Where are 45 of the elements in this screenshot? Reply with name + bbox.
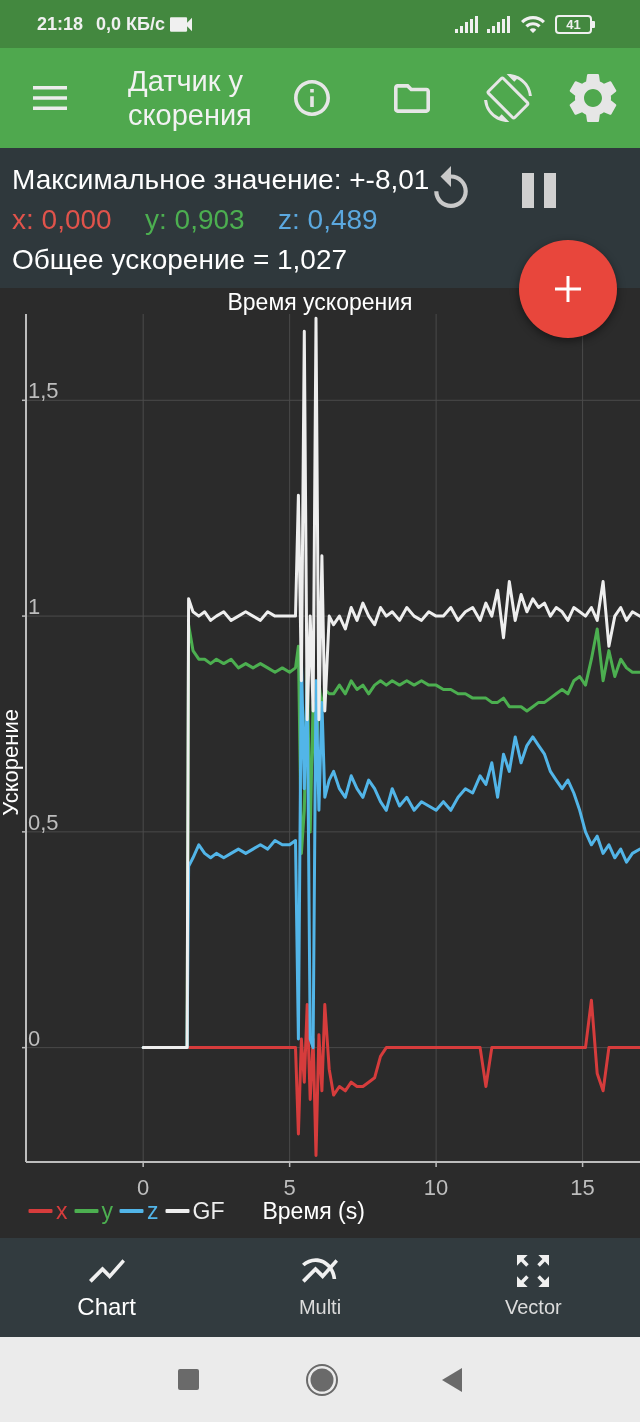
x-axis-label: Время (s): [262, 1198, 365, 1224]
screen-rotation-icon[interactable]: [484, 74, 532, 122]
y-tick-label: 0,5: [28, 809, 59, 835]
nav-tab[interactable]: Multi: [213, 1238, 427, 1337]
plus-icon: [555, 276, 581, 302]
x-tick-label: 15: [570, 1175, 595, 1198]
signal-icon: [487, 15, 510, 33]
x-tick-label: 5: [283, 1175, 296, 1198]
home-icon[interactable]: [306, 1363, 338, 1396]
reset-icon[interactable]: [434, 166, 469, 208]
y-tick-label: 1: [28, 594, 41, 620]
max-value-text: Максимальное значение: +-8,01: [12, 163, 430, 197]
legend-label: GF: [192, 1198, 225, 1224]
x-tick-label: 10: [423, 1175, 449, 1198]
x-tick-label: 0: [137, 1175, 150, 1198]
line-chart-icon: [88, 1258, 125, 1283]
axis-reading: z: 0,489: [278, 203, 378, 237]
axis-reading: y: 0,903: [145, 203, 245, 237]
settings-icon[interactable]: [568, 73, 618, 123]
y-tick-label: 0: [28, 1025, 41, 1051]
multi-line-chart-icon: [302, 1258, 338, 1283]
folder-icon[interactable]: [394, 83, 430, 113]
recent-apps-icon[interactable]: [178, 1369, 199, 1390]
nav-tab[interactable]: Chart: [0, 1238, 214, 1337]
chart-title: Время ускорения: [227, 290, 413, 314]
legend-label: y: [101, 1198, 113, 1224]
info-icon[interactable]: [294, 80, 330, 116]
video-camera-icon: [170, 16, 192, 32]
wifi-icon: [521, 15, 545, 33]
legend-label: z: [147, 1198, 159, 1224]
total-acceleration-text: Общее ускорение = 1,027: [12, 243, 348, 277]
menu-icon[interactable]: [33, 86, 67, 110]
network-speed-text: 0,0 КБ/с: [96, 15, 165, 33]
battery-indicator: 41: [555, 14, 595, 34]
nav-tab[interactable]: Vector: [426, 1238, 640, 1337]
pause-icon[interactable]: [522, 173, 556, 208]
signal-icon: [455, 15, 478, 33]
y-axis-label: Ускорение: [0, 708, 22, 816]
app-title: Датчик у скорения: [128, 64, 252, 132]
legend-label: x: [56, 1198, 68, 1224]
y-tick-label: 1,5: [28, 378, 59, 404]
expand-arrows-icon: [517, 1254, 550, 1287]
axis-reading: x: 0,000: [12, 203, 112, 237]
clock-text: 21:18: [37, 15, 84, 33]
back-icon[interactable]: [442, 1367, 462, 1392]
